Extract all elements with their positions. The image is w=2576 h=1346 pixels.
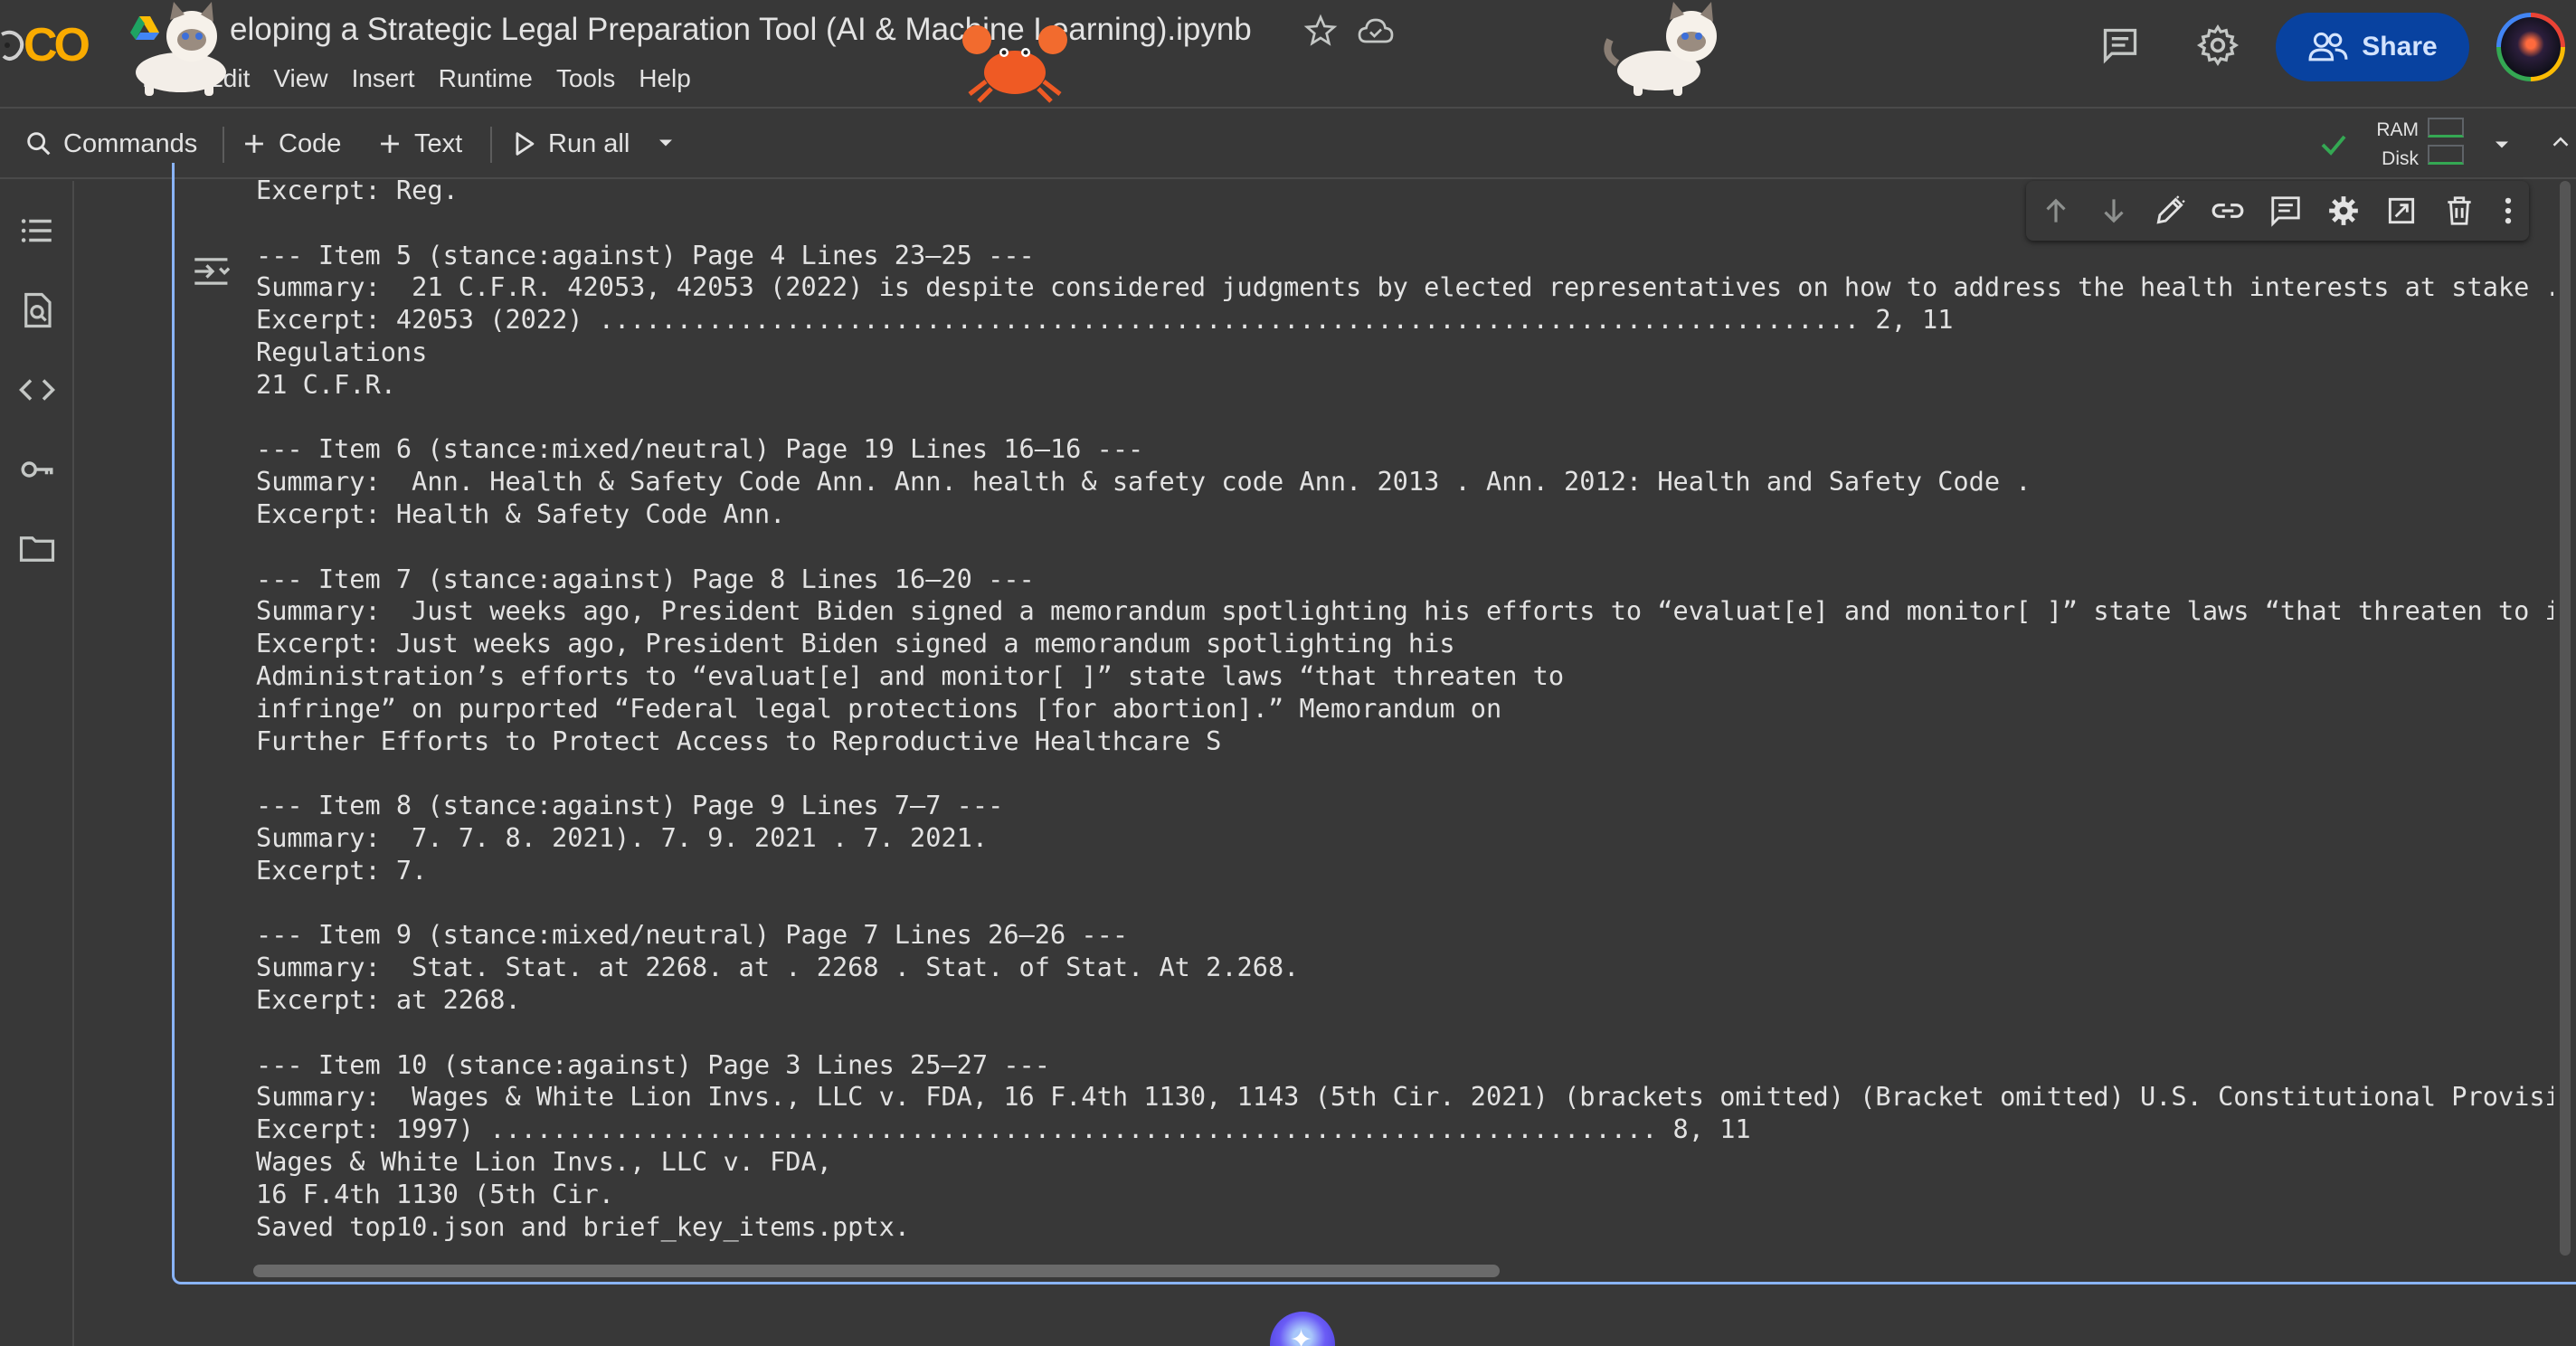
output-actions-icon[interactable] — [192, 251, 233, 291]
files-folder-icon[interactable] — [18, 530, 56, 568]
output-line: Wages & White Lion Invs., LLC v. FDA, — [256, 1145, 832, 1177]
connected-check-icon[interactable] — [2317, 128, 2350, 161]
user-avatar[interactable] — [2496, 13, 2565, 81]
cell-toolbar — [2026, 181, 2529, 241]
output-line: Regulations — [256, 336, 428, 367]
menu-tools[interactable]: Tools — [545, 60, 627, 98]
title-bar: CO eloping a Strategic Legal Preparation… — [0, 0, 2576, 107]
output-line: Excerpt: 42053 (2022) ..................… — [256, 304, 1954, 336]
output-line: Further Efforts to Protect Access to Rep… — [256, 725, 1222, 756]
output-line: Saved top10.json and brief_key_items.ppt… — [256, 1210, 911, 1242]
search-icon — [27, 132, 51, 156]
left-sidebar — [0, 181, 74, 1346]
menu-insert[interactable]: Insert — [340, 60, 427, 98]
menu-view[interactable]: View — [261, 60, 339, 98]
people-icon — [2308, 32, 2348, 62]
cell-settings-gear-icon[interactable] — [2326, 194, 2361, 228]
output-line: --- Item 7 (stance:against) Page 8 Lines… — [256, 563, 1035, 594]
mirror-cell-icon[interactable] — [2384, 194, 2419, 228]
output-line: 16 F.4th 1130 (5th Cir. — [256, 1178, 614, 1209]
runtime-options-chevron-down-icon[interactable] — [2489, 132, 2514, 157]
settings-gear-icon[interactable] — [2196, 24, 2240, 67]
add-code-button[interactable]: Code — [239, 125, 341, 163]
star-icon[interactable] — [1302, 13, 1339, 49]
collapse-chevron-up-icon[interactable] — [2547, 128, 2574, 156]
run-all-label: Run all — [548, 128, 630, 158]
table-of-contents-icon[interactable] — [18, 212, 56, 250]
move-up-arrow-icon[interactable] — [2039, 194, 2073, 228]
menu-help[interactable]: Help — [627, 60, 703, 98]
output-line: --- Item 8 (stance:against) Page 9 Lines… — [256, 790, 1004, 821]
output-line: Summary: Just weeks ago, President Biden… — [256, 595, 2553, 627]
output-line: Summary: Wages & White Lion Invs., LLC v… — [256, 1081, 2553, 1113]
output-line: 21 C.F.R. — [256, 368, 396, 400]
output-line: Summary: Stat. Stat. at 2268. at . 2268 … — [256, 952, 1300, 983]
add-text-button[interactable]: Text — [374, 125, 462, 163]
horizontal-scrollbar-thumb[interactable] — [253, 1265, 1500, 1277]
plus-icon — [245, 135, 263, 153]
run-options-chevron-down-icon[interactable] — [653, 130, 678, 156]
output-line: --- Item 5 (stance:against) Page 4 Lines… — [256, 239, 1035, 270]
play-icon — [516, 132, 535, 156]
vertical-scrollbar[interactable] — [2560, 181, 2571, 1256]
more-options-icon[interactable] — [2491, 194, 2525, 228]
commands-button[interactable]: Commands — [24, 125, 197, 163]
cat-mascot-icon — [136, 2, 226, 96]
add-text-label: Text — [414, 128, 463, 158]
output-line: Excerpt: at 2268. — [256, 983, 521, 1015]
add-code-label: Code — [279, 128, 342, 158]
cat-mascot-icon — [1604, 2, 1717, 96]
share-button[interactable]: Share — [2276, 13, 2469, 81]
output-line: Excerpt: Just weeks ago, President Biden… — [256, 628, 1455, 659]
toolbar-divider — [223, 127, 224, 163]
colab-logo[interactable]: CO — [0, 13, 109, 76]
share-label: Share — [2362, 32, 2438, 62]
output-line: --- Item 6 (stance:mixed/neutral) Page 1… — [256, 433, 1144, 465]
horizontal-scrollbar[interactable] — [253, 1263, 2551, 1279]
ram-meter — [2428, 118, 2464, 137]
colab-window: CO eloping a Strategic Legal Preparation… — [0, 0, 2576, 1346]
output-line: Administration’s efforts to “evaluat[e] … — [256, 659, 1565, 691]
find-replace-icon[interactable] — [18, 291, 56, 329]
move-down-arrow-icon[interactable] — [2097, 194, 2131, 228]
cell-output[interactable]: Excerpt: Reg. --- Item 5 (stance:against)… — [256, 175, 2553, 1242]
delete-trash-icon[interactable] — [2442, 194, 2477, 228]
comments-icon[interactable] — [2100, 25, 2140, 65]
menu-runtime[interactable]: Runtime — [427, 60, 545, 98]
output-line: --- Item 10 (stance:against) Page 3 Line… — [256, 1048, 1050, 1080]
crab-mascot-icon — [962, 25, 1067, 103]
toolbar-divider — [490, 127, 492, 163]
disk-meter — [2428, 145, 2464, 165]
sparkle-icon: ✦ — [1290, 1325, 1313, 1346]
edit-pencil-icon[interactable] — [2153, 194, 2187, 228]
plus-icon — [381, 135, 399, 153]
cloud-saved-icon[interactable] — [1357, 14, 1395, 47]
output-line: Summary: 21 C.F.R. 42053, 42053 (2022) i… — [256, 271, 2553, 303]
output-line: Summary: Ann. Health & Safety Code Ann. … — [256, 466, 2031, 498]
output-line: Excerpt: 7. — [256, 854, 428, 886]
output-line: infringe” on purported “Federal legal pr… — [256, 692, 1502, 724]
run-all-button[interactable]: Run all — [508, 125, 630, 163]
comment-icon[interactable] — [2268, 194, 2303, 228]
commands-label: Commands — [63, 128, 198, 158]
output-line: Summary: 7. 7. 8. 2021). 7. 9. 2021 . 7.… — [256, 821, 989, 853]
output-line: --- Item 9 (stance:mixed/neutral) Page 7… — [256, 919, 1129, 951]
code-snippets-icon[interactable] — [18, 371, 56, 409]
output-line: Excerpt: 1997) .........................… — [256, 1114, 1751, 1145]
ram-label: RAM — [2376, 119, 2419, 140]
notebook-title[interactable]: eloping a Strategic Legal Preparation To… — [230, 7, 1252, 52]
output-line: Excerpt: Health & Safety Code Ann. — [256, 498, 786, 529]
logo-text: CO — [24, 19, 90, 71]
secrets-key-icon[interactable] — [18, 450, 56, 488]
gemini-assistant-button[interactable]: ✦ — [1270, 1312, 1335, 1346]
link-icon[interactable] — [2211, 194, 2245, 228]
